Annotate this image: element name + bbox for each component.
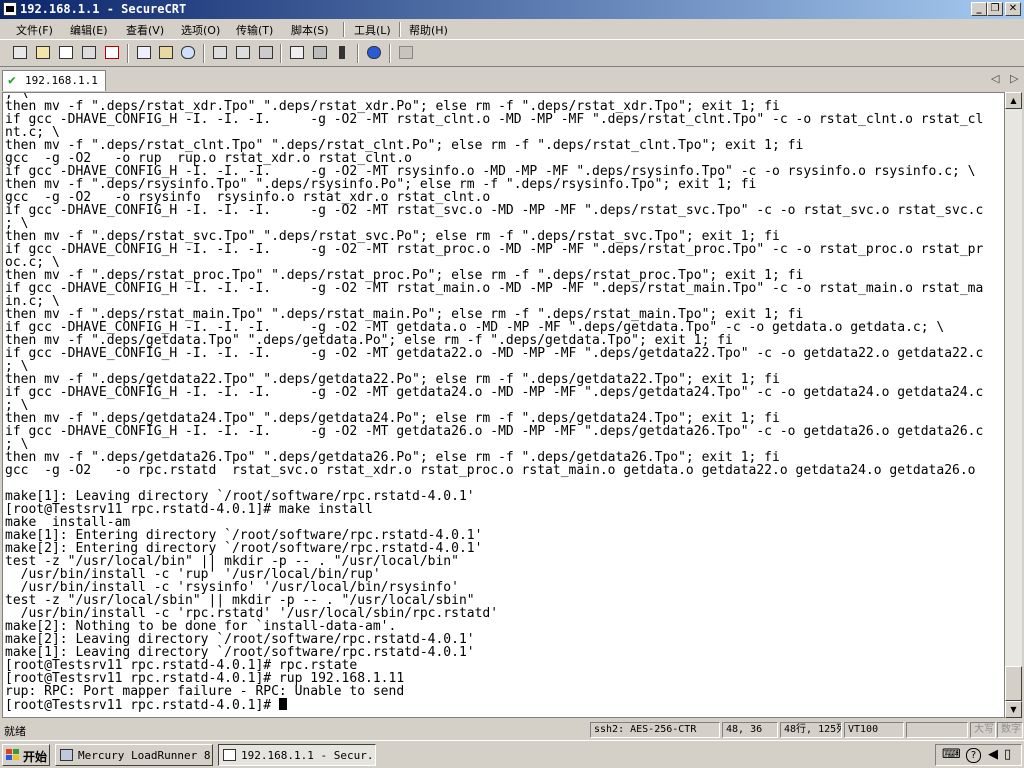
menu-separator xyxy=(399,22,401,37)
terminal-output: ; \ then mv -f ".deps/rstat_xdr.Tpo" ".d… xyxy=(5,93,984,713)
terminal-line: if gcc -DHAVE_CONFIG_H -I. -I. -I. -g -O… xyxy=(5,112,984,127)
session-tab-bar: ✔ 192.168.1.1 ◁ ▷ xyxy=(0,67,1024,92)
key-icon[interactable] xyxy=(332,44,352,62)
global-options-icon[interactable] xyxy=(310,44,330,62)
start-button[interactable]: 开始 xyxy=(2,744,50,766)
restore-button[interactable]: ❐ xyxy=(987,2,1003,16)
terminal-cursor xyxy=(278,698,287,710)
securecrt-icon xyxy=(223,749,236,761)
terminal-line: if gcc -DHAVE_CONFIG_H -I. -I. -I. -g -O… xyxy=(5,281,984,296)
connect-in-tab-icon[interactable] xyxy=(56,44,76,62)
connect-icon[interactable] xyxy=(10,44,30,62)
taskbar-item-label: 192.168.1.1 - Secur... xyxy=(241,749,376,762)
session-options-icon[interactable] xyxy=(287,44,307,62)
connected-check-icon: ✔ xyxy=(8,73,16,88)
print-selection-icon[interactable] xyxy=(233,44,253,62)
tab-scroll-left-icon[interactable]: ◁ xyxy=(991,72,999,85)
toolbar xyxy=(0,39,1024,67)
loadrunner-icon xyxy=(60,749,73,761)
keyboard-icon[interactable]: ⌨ xyxy=(942,748,961,762)
help-icon[interactable]: ? xyxy=(966,748,981,763)
tab-session[interactable]: ✔ 192.168.1.1 xyxy=(2,70,106,91)
taskbar-item-label: Mercury LoadRunner 8.1 xyxy=(78,749,213,762)
paste-icon[interactable] xyxy=(156,44,176,62)
toolbar-separator xyxy=(357,44,359,63)
toolbar-separator xyxy=(280,44,282,63)
status-empty-cell xyxy=(906,722,968,738)
menu-options[interactable]: 选项(O) xyxy=(181,22,220,38)
system-tray: ⌨ ? ◀ ▯ xyxy=(935,744,1022,766)
network-icon[interactable]: ▯ xyxy=(1004,748,1011,762)
close-button[interactable]: ✕ xyxy=(1005,2,1021,16)
help-icon[interactable] xyxy=(364,44,384,62)
terminal-line: if gcc -DHAVE_CONFIG_H -I. -I. -I. -g -O… xyxy=(5,346,984,361)
menu-help[interactable]: 帮助(H) xyxy=(409,22,448,38)
terminal-view[interactable]: ; \ then mv -f ".deps/rstat_xdr.Tpo" ".d… xyxy=(2,92,1005,718)
copy-icon[interactable] xyxy=(134,44,154,62)
print-setup-icon[interactable] xyxy=(256,44,276,62)
status-cipher: ssh2: AES-256-CTR xyxy=(590,722,720,738)
windows-flag-icon xyxy=(6,749,19,761)
tab-label: 192.168.1.1 xyxy=(25,74,98,87)
terminal-line: rup: RPC: Port mapper failure - RPC: Una… xyxy=(5,684,405,699)
status-text: 就绪 xyxy=(4,725,26,738)
toolbar-separator xyxy=(389,44,391,63)
terminal-line: if gcc -DHAVE_CONFIG_H -I. -I. -I. -g -O… xyxy=(5,424,984,439)
find-icon[interactable] xyxy=(178,44,198,62)
minimize-button[interactable]: _ xyxy=(971,2,987,16)
taskbar-securecrt[interactable]: 192.168.1.1 - Secur... xyxy=(218,744,376,766)
menu-bar: 文件(F) 编辑(E) 查看(V) 选项(O) 传输(T) 脚本(S) 工具(L… xyxy=(0,19,1024,39)
taskbar-loadrunner[interactable]: Mercury LoadRunner 8.1 xyxy=(55,744,213,766)
status-bar: 就绪 ssh2: AES-256-CTR 48, 36 48行, 125列 VT… xyxy=(0,720,1024,740)
status-terminal-type: VT100 xyxy=(844,722,904,738)
title-bar: 192.168.1.1 - SecureCRT _ ❐ ✕ xyxy=(0,0,1024,19)
terminal-line: if gcc -DHAVE_CONFIG_H -I. -I. -I. -g -O… xyxy=(5,242,984,257)
log-icon[interactable] xyxy=(396,44,416,62)
terminal-line: if gcc -DHAVE_CONFIG_H -I. -I. -I. -g -O… xyxy=(5,385,984,400)
window-title: 192.168.1.1 - SecureCRT xyxy=(20,2,187,16)
toolbar-separator xyxy=(127,44,129,63)
toolbar-separator xyxy=(203,44,205,63)
scroll-up-icon[interactable]: ▲ xyxy=(1005,92,1022,109)
status-cursor-position: 48, 36 xyxy=(722,722,778,738)
menu-transfer[interactable]: 传输(T) xyxy=(236,22,273,38)
status-rows-cols: 48行, 125列 xyxy=(780,722,842,738)
terminal-line: [root@Testsrv11 rpc.rstatd-4.0.1]# xyxy=(5,698,279,713)
tab-scroll-right-icon[interactable]: ▷ xyxy=(1010,72,1018,85)
securecrt-app-icon[interactable] xyxy=(3,2,17,16)
status-caps: 大写 xyxy=(970,722,996,738)
menu-file[interactable]: 文件(F) xyxy=(16,22,53,38)
status-num: 数字 xyxy=(997,722,1023,738)
start-label: 开始 xyxy=(23,750,48,764)
vertical-scrollbar[interactable]: ▲ ▼ xyxy=(1005,92,1022,718)
windows-taskbar: 开始 Mercury LoadRunner 8.1 192.168.1.1 - … xyxy=(0,740,1024,768)
terminal-line: if gcc -DHAVE_CONFIG_H -I. -I. -I. -g -O… xyxy=(5,203,984,218)
quick-connect-icon[interactable] xyxy=(33,44,53,62)
print-icon[interactable] xyxy=(210,44,230,62)
disconnect-icon[interactable] xyxy=(102,44,122,62)
menu-tools[interactable]: 工具(L) xyxy=(354,22,391,38)
reconnect-icon[interactable] xyxy=(79,44,99,62)
scroll-down-icon[interactable]: ▼ xyxy=(1005,701,1022,718)
menu-separator xyxy=(343,22,345,37)
terminal-line: gcc -g -O2 -o rpc.rstatd rstat_svc.o rst… xyxy=(5,463,976,478)
volume-icon[interactable]: ◀ xyxy=(988,748,998,762)
menu-edit[interactable]: 编辑(E) xyxy=(70,22,108,38)
menu-script[interactable]: 脚本(S) xyxy=(291,22,329,38)
menu-view[interactable]: 查看(V) xyxy=(126,22,164,38)
scrollbar-thumb[interactable] xyxy=(1005,666,1022,701)
